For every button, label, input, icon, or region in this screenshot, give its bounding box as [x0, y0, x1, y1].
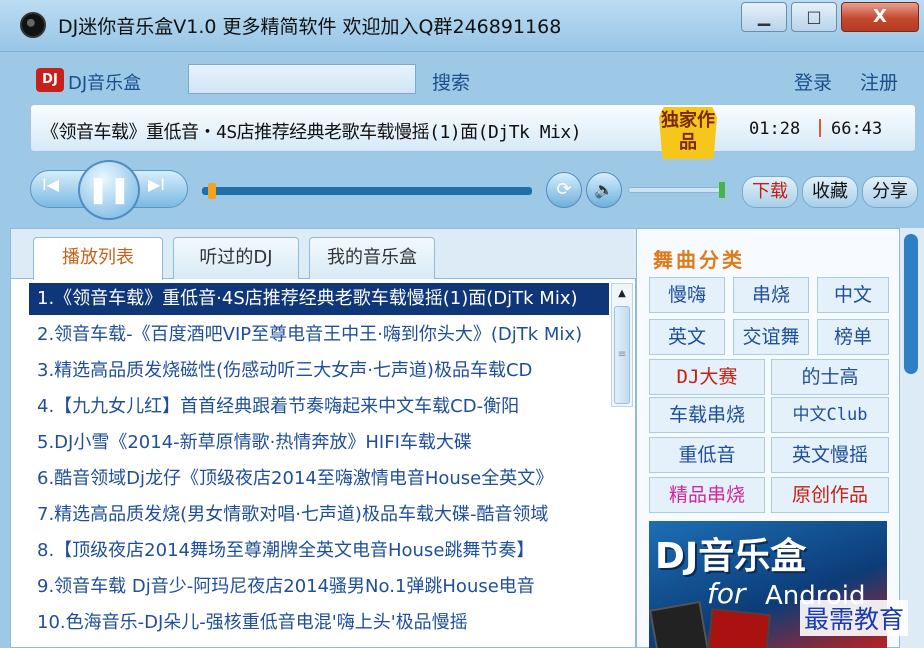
- list-item[interactable]: 9.领音车载 Dj音少-阿玛尼夜店2014骚男No.1弹跳House电音: [29, 571, 609, 603]
- list-item[interactable]: 3.精选高品质发烧磁性(伤感动听三大女声·七声道)极品车载CD: [29, 355, 609, 387]
- now-playing-bar: 《领音车载》重低音・4S店推荐经典老歌车载慢摇(1)面(DjTk Mix) 独家…: [30, 104, 916, 159]
- download-button[interactable]: 下载: [742, 176, 798, 208]
- category-heavy-bass[interactable]: 重低音: [649, 437, 765, 473]
- category-charts[interactable]: 榜单: [817, 319, 889, 355]
- category-premium-medley[interactable]: 精品串烧: [649, 477, 765, 513]
- search-button[interactable]: 搜索: [432, 68, 470, 95]
- header-bar: DJ DJ音乐盒 搜索 登录 注册: [10, 56, 914, 100]
- category-scrollbar[interactable]: [900, 228, 924, 648]
- category-car-medley[interactable]: 车载串烧: [649, 397, 765, 433]
- category-chinese-club[interactable]: 中文Club: [771, 397, 889, 433]
- scroll-up-icon[interactable]: ▲: [612, 284, 632, 304]
- list-item[interactable]: 6.酷音领域Dj龙仔《顶级夜店2014至嗨激情电音House全英文》: [29, 463, 609, 495]
- promo-for: for: [707, 577, 746, 610]
- dj-logo-icon: DJ: [36, 68, 64, 92]
- list-item[interactable]: 2.领音车载-《百度酒吧VIP至尊电音王中王·嗨到你头大》(DjTk Mix): [29, 319, 609, 351]
- title-bar[interactable]: DJ迷你音乐盒V1.0 更多精简软件 欢迎加入Q群246891168 ▁ □ X: [0, 0, 924, 52]
- window-title: DJ迷你音乐盒V1.0 更多精简软件 欢迎加入Q群246891168: [58, 16, 562, 38]
- close-button[interactable]: X: [841, 2, 919, 32]
- app-name: DJ音乐盒: [68, 73, 142, 94]
- list-item[interactable]: 4.【九九女儿红】首首经典跟着节奏嗨起来中文车载CD-衡阳: [29, 391, 609, 423]
- maximize-button[interactable]: □: [791, 2, 837, 32]
- elapsed-time: 01:28: [749, 119, 801, 139]
- app-icon: [20, 12, 46, 38]
- playlist-scrollbar[interactable]: ▲ ≡: [611, 283, 633, 407]
- promo-title: DJ音乐盒: [655, 536, 807, 577]
- seek-bar[interactable]: [202, 183, 532, 199]
- minimize-button[interactable]: ▁: [741, 2, 787, 32]
- search-input[interactable]: [188, 64, 416, 94]
- scrollbar-thumb[interactable]: ≡: [614, 306, 630, 404]
- track-list: 1.《领音车载》重低音·4S店推荐经典老歌车载慢摇(1)面(DjTk Mix) …: [11, 283, 611, 648]
- category-panel: 舞曲分类 慢嗨 串烧 中文 英文 交谊舞 榜单 DJ大赛 的士高 车载串烧 中文…: [636, 228, 900, 648]
- list-item[interactable]: 8.【顶级夜店2014舞场至尊潮牌全英文电音House跳舞节奏】: [29, 535, 609, 567]
- category-title: 舞曲分类: [653, 248, 745, 272]
- exclusive-badge: 独家作品: [659, 107, 717, 159]
- category-english-slow[interactable]: 英文慢摇: [771, 437, 889, 473]
- seek-handle[interactable]: [208, 183, 216, 199]
- share-button[interactable]: 分享: [862, 176, 918, 208]
- volume-icon[interactable]: 🔈: [586, 172, 622, 208]
- phone-image: [706, 607, 772, 648]
- previous-track-icon[interactable]: I◀: [42, 175, 59, 194]
- time-separator: [819, 119, 821, 137]
- category-ballroom[interactable]: 交谊舞: [733, 319, 809, 355]
- player-controls: I◀ ❚❚ ▶I ⟳ 🔈 下载 收藏 分享: [30, 160, 918, 220]
- loop-icon[interactable]: ⟳: [546, 172, 582, 208]
- favorite-button[interactable]: 收藏: [802, 176, 858, 208]
- watermark: 最需教育: [800, 600, 909, 636]
- total-time: 66:43: [831, 119, 883, 139]
- register-link[interactable]: 注册: [860, 68, 898, 95]
- tab-played-dj[interactable]: 听过的DJ: [173, 237, 299, 279]
- playlist-panel: 播放列表 听过的DJ 我的音乐盒 1.《领音车载》重低音·4S店推荐经典老歌车载…: [10, 228, 637, 648]
- tab-playlist[interactable]: 播放列表: [33, 237, 163, 280]
- login-link[interactable]: 登录: [794, 68, 832, 95]
- list-item[interactable]: 5.DJ小雪《2014-新草原情歌·热情奔放》HIFI车载大碟: [29, 427, 609, 459]
- category-scrollbar-thumb[interactable]: [904, 234, 918, 374]
- app-window: DJ迷你音乐盒V1.0 更多精简软件 欢迎加入Q群246891168 ▁ □ X…: [0, 0, 924, 648]
- category-english[interactable]: 英文: [649, 319, 725, 355]
- category-chinese[interactable]: 中文: [817, 277, 889, 313]
- category-original[interactable]: 原创作品: [771, 477, 889, 513]
- phone-image: [649, 600, 709, 648]
- list-item[interactable]: 7.精选高品质发烧(男女情歌对唱·七声道)极品车载大碟-酷音领域: [29, 499, 609, 531]
- category-slow-high[interactable]: 慢嗨: [649, 277, 725, 313]
- category-dj-contest[interactable]: DJ大赛: [649, 359, 765, 395]
- category-disco[interactable]: 的士高: [771, 359, 889, 395]
- playlist-tabs: 播放列表 听过的DJ 我的音乐盒: [11, 229, 637, 280]
- category-medley[interactable]: 串烧: [733, 277, 809, 313]
- list-item[interactable]: 10.色海音乐-DJ朵儿-强核重低音电混'嗨上头'极品慢摇: [29, 607, 609, 639]
- next-track-icon[interactable]: ▶I: [148, 175, 165, 194]
- now-playing-title: 《领音车载》重低音・4S店推荐经典老歌车载慢摇(1)面(DjTk Mix): [41, 122, 582, 143]
- tab-my-box[interactable]: 我的音乐盒: [309, 237, 435, 279]
- volume-slider[interactable]: [628, 182, 725, 198]
- list-item[interactable]: 1.《领音车载》重低音·4S店推荐经典老歌车载慢摇(1)面(DjTk Mix): [29, 283, 609, 315]
- pause-button[interactable]: ❚❚: [78, 160, 140, 220]
- volume-handle[interactable]: [719, 182, 725, 198]
